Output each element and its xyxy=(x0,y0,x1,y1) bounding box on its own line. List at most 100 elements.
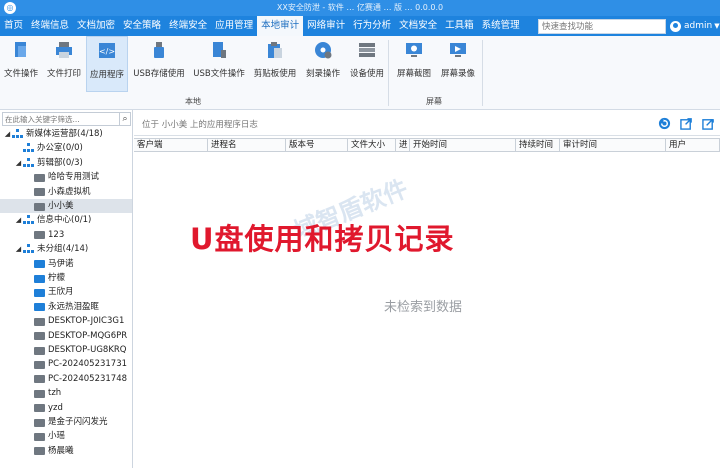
tree-group[interactable]: ◢ 剪辑部(0/3) xyxy=(0,156,132,170)
window-title: XX安全防泄 - 软件 … 亿赛通 … 版 … 0.0.0.0 xyxy=(276,3,444,12)
computer-icon xyxy=(34,332,45,341)
computer-icon xyxy=(34,375,45,384)
tree-device[interactable]: 123 xyxy=(0,228,132,242)
tree-group[interactable]: ◢ 未分组(4/14) xyxy=(0,242,132,256)
column-header[interactable]: 版本号 xyxy=(286,139,348,151)
computer-icon xyxy=(34,317,45,326)
column-header[interactable]: 进 xyxy=(396,139,410,151)
tree-device[interactable]: 永远热泪盈眶 xyxy=(0,300,132,314)
column-header[interactable]: 持续时间 xyxy=(516,139,560,151)
computer-icon xyxy=(34,303,45,312)
expand-arrow-icon[interactable]: ◢ xyxy=(14,242,23,256)
tree-node-label: 哈哈专用测试 xyxy=(48,172,100,183)
ribbon-button[interactable]: USB存储使用 xyxy=(130,36,188,92)
tree-device[interactable]: DESKTOP-MQG6PR xyxy=(0,329,132,343)
tree-group[interactable]: 办公室(0/0) xyxy=(0,141,132,155)
menu-tab[interactable]: 终端信息 xyxy=(27,16,73,36)
computer-icon xyxy=(34,389,45,398)
computer-icon xyxy=(34,260,45,269)
menu-tab[interactable]: 工具箱 xyxy=(441,16,478,36)
ribbon-button[interactable]: 屏幕截图 xyxy=(392,36,436,92)
tree-device[interactable]: 小森虚拟机 xyxy=(0,185,132,199)
menu-tab[interactable]: 应用管理 xyxy=(211,16,257,36)
tree-device[interactable]: DESKTOP-UG8KRQ xyxy=(0,343,132,357)
user-name: admin xyxy=(684,21,713,31)
menu-tab[interactable]: 安全策略 xyxy=(119,16,165,36)
tree-device[interactable]: PC-202405231748 xyxy=(0,372,132,386)
tree-device[interactable]: 哈哈专用测试 xyxy=(0,170,132,184)
ribbon-button[interactable]: 屏幕录像 xyxy=(438,36,478,92)
expand-arrow-icon[interactable]: ◢ xyxy=(14,156,23,170)
menu-tab[interactable]: 行为分析 xyxy=(349,16,395,36)
file-operation-icon xyxy=(15,42,26,57)
column-header[interactable]: 审计时间 xyxy=(560,139,666,151)
user-avatar-icon xyxy=(670,20,681,32)
device-icon xyxy=(359,43,375,57)
menu-tab[interactable]: 文档安全 xyxy=(395,16,441,36)
menu-tab[interactable]: 本地审计 xyxy=(257,16,304,36)
ribbon-button-label: 屏幕录像 xyxy=(440,69,475,79)
tree-node-label: yzd xyxy=(48,402,63,413)
tree-node-label: DESKTOP-UG8KRQ xyxy=(48,345,127,355)
tree-node-label: 是金子闪闪发光 xyxy=(48,417,108,427)
tree-node-label: 新媒体运营部(4/18) xyxy=(26,129,103,139)
tree-device[interactable]: 小小美 xyxy=(0,199,132,213)
tree-group[interactable]: ◢ 信息中心(0/1) xyxy=(0,213,132,227)
export-icon[interactable] xyxy=(680,117,693,130)
log-header-bar: 位于 小小美 上的应用程序日志 xyxy=(134,110,720,136)
tree-node-label: 永远热泪盈眶 xyxy=(48,301,100,312)
tree-device[interactable]: yzd xyxy=(0,401,132,415)
tree-node-label: 小瑶 xyxy=(48,431,66,442)
tree-node-label: 123 xyxy=(48,229,65,240)
tree-device[interactable]: tzh xyxy=(0,386,132,400)
expand-arrow-icon[interactable]: ◢ xyxy=(3,127,12,141)
user-menu[interactable]: admin ▼ xyxy=(670,16,720,36)
tree-device[interactable]: 马伊诺 xyxy=(0,257,132,271)
ribbon-button[interactable]: </> 应用程序 xyxy=(86,36,128,92)
tree-device[interactable]: 柠檬 xyxy=(0,271,132,285)
column-header[interactable]: 用户 xyxy=(666,139,720,151)
menu-tab[interactable]: 首页 xyxy=(0,16,27,36)
ribbon-button[interactable]: USB文件操作 xyxy=(190,36,248,92)
column-header[interactable]: 客户端 xyxy=(134,139,208,151)
refresh-icon[interactable] xyxy=(658,117,671,130)
tree-device[interactable]: 杨晨曦 xyxy=(0,444,132,458)
device-tree-panel: ⌕ ◢ 新媒体运营部(4/18) 办公室(0/0) ◢ 剪辑部(0/3) 哈哈专用测试小森… xyxy=(0,110,133,468)
ribbon-button[interactable]: 文件打印 xyxy=(44,36,84,92)
app-logo-icon: ◎ xyxy=(4,2,16,14)
tree-group[interactable]: ◢ 新媒体运营部(4/18) xyxy=(0,127,132,141)
ribbon-button-label: 剪贴板使用 xyxy=(253,69,297,79)
ribbon-separator xyxy=(482,40,483,106)
disc-burn-icon xyxy=(315,42,332,59)
share-icon[interactable] xyxy=(702,117,715,130)
ribbon-button[interactable]: 设备使用 xyxy=(346,36,388,92)
computer-icon xyxy=(34,447,45,456)
menu-tab[interactable]: 文档加密 xyxy=(73,16,119,36)
ribbon-button-label: USB存储使用 xyxy=(133,69,185,79)
tree-device[interactable]: 王欣月 xyxy=(0,285,132,299)
tree-device[interactable]: DESKTOP-J0IC3G1 xyxy=(0,314,132,328)
tree-node-label: 王欣月 xyxy=(48,287,74,298)
ribbon-group-local-label: 本地 xyxy=(185,97,201,106)
tree-node-label: 小森虚拟机 xyxy=(48,186,91,197)
function-search-input[interactable] xyxy=(538,19,666,34)
search-icon[interactable]: ⌕ xyxy=(119,112,131,126)
tree-node-label: tzh xyxy=(48,388,62,399)
column-header[interactable]: 开始时间 xyxy=(410,139,516,151)
tree-device[interactable]: 小瑶 xyxy=(0,429,132,443)
menu-tab[interactable]: 网络审计 xyxy=(303,16,349,36)
svg-text:</>: </> xyxy=(99,47,115,56)
computer-icon xyxy=(34,231,45,240)
ribbon-button[interactable]: 文件操作 xyxy=(0,36,42,92)
clipboard-icon xyxy=(268,42,282,58)
menu-tab[interactable]: 系统管理 xyxy=(478,16,524,36)
column-header[interactable]: 进程名 xyxy=(208,139,286,151)
tree-device[interactable]: 是金子闪闪发光 xyxy=(0,415,132,429)
tree-device[interactable]: PC-202405231731 xyxy=(0,357,132,371)
menu-tab[interactable]: 终端安全 xyxy=(165,16,211,36)
column-header[interactable]: 文件大小 xyxy=(348,139,396,151)
ribbon-button[interactable]: 剪贴板使用 xyxy=(250,36,300,92)
ribbon-button[interactable]: 刻录操作 xyxy=(302,36,344,92)
tree-filter-input[interactable] xyxy=(2,112,120,126)
expand-arrow-icon[interactable]: ◢ xyxy=(14,213,23,227)
